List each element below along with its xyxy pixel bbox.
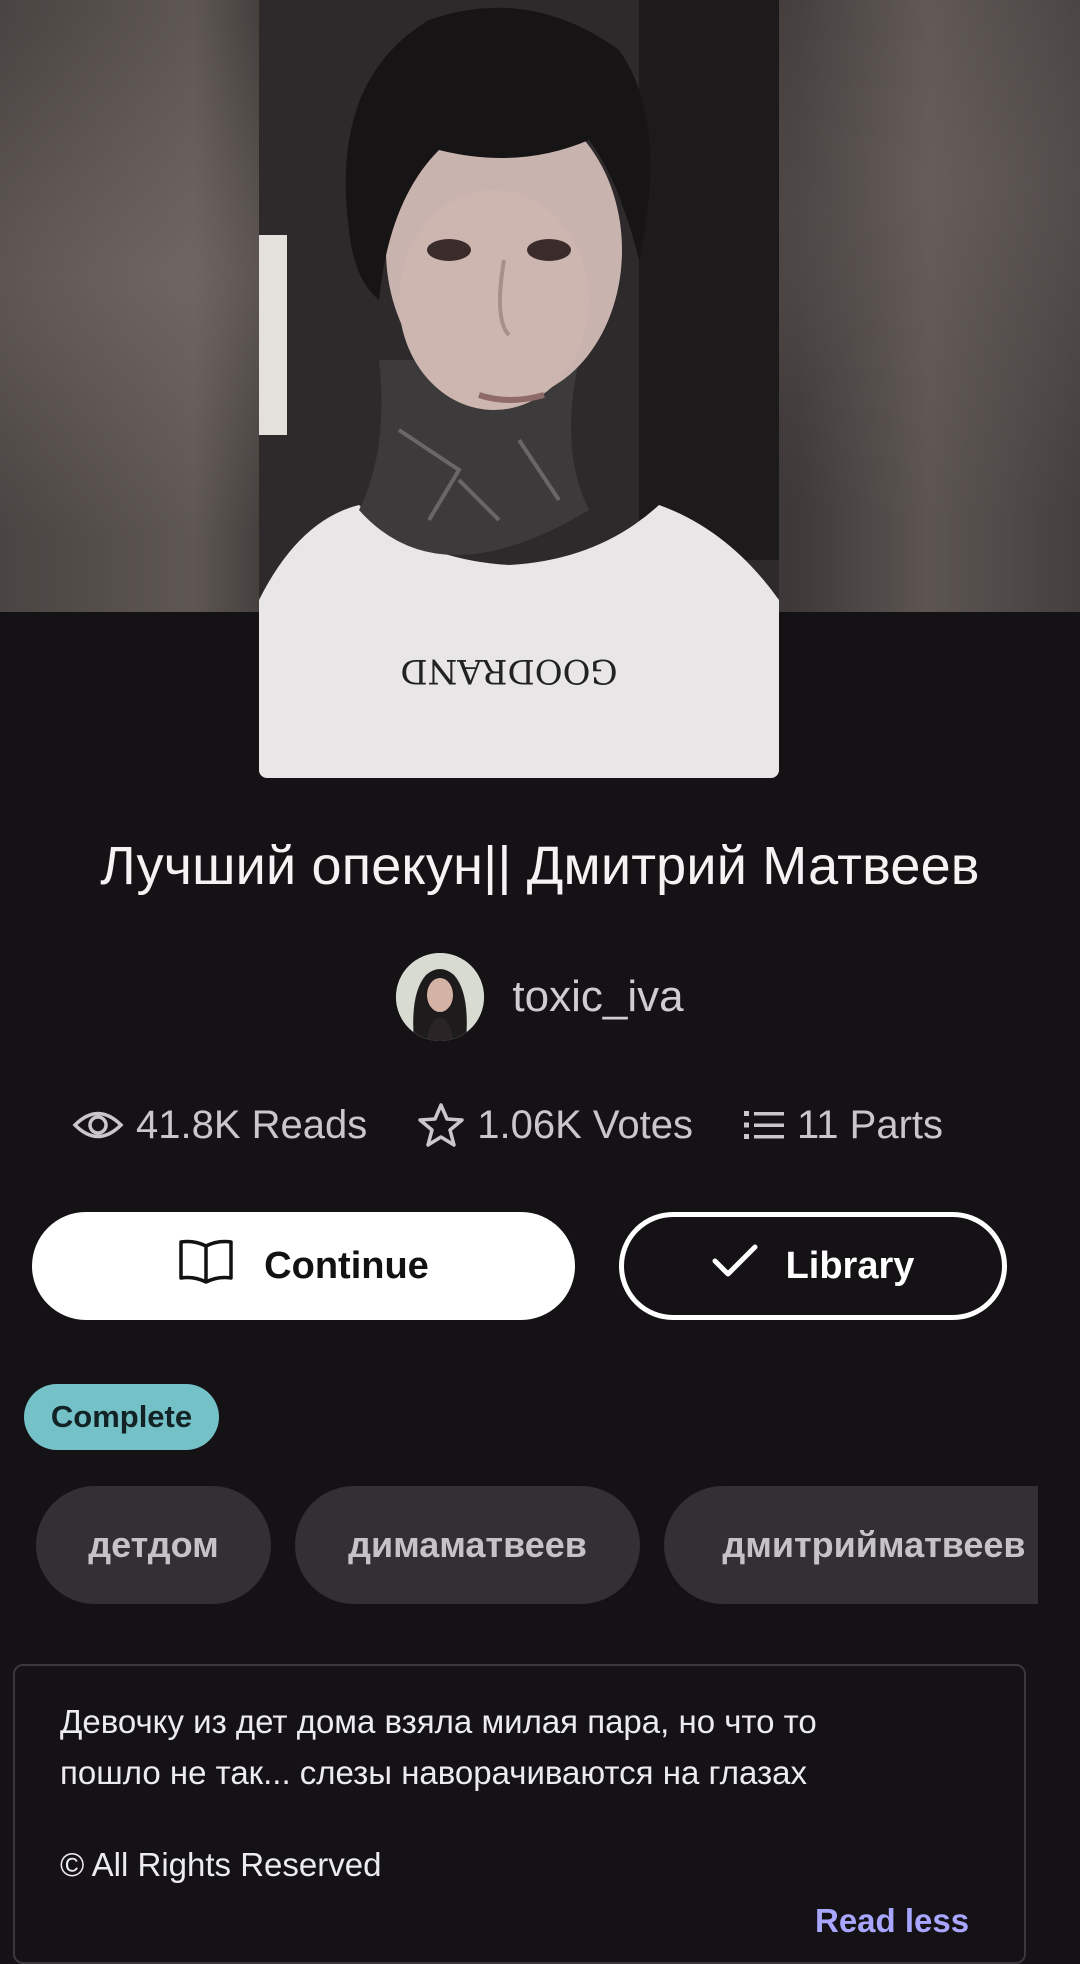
list-icon [743, 1108, 785, 1142]
read-less-link[interactable]: Read less [815, 1902, 969, 1940]
eye-icon [72, 1108, 124, 1142]
tag-list: детдом димаматвеев дмитрийматвеев [36, 1486, 1038, 1606]
copyright-notice: © All Rights Reserved [60, 1846, 382, 1883]
star-icon [417, 1102, 465, 1148]
book-icon [178, 1238, 234, 1294]
description-panel: Девочку из дет дома взяла милая пара, но… [13, 1664, 1026, 1964]
parts-stat: 11 Parts [743, 1103, 943, 1148]
description-line: пошло не так... слезы наворачиваются на … [60, 1754, 807, 1791]
status-badge: Complete [24, 1384, 219, 1450]
parts-count: 11 Parts [797, 1102, 944, 1147]
tag-chip[interactable]: димаматвеев [295, 1486, 640, 1604]
description-line: Девочку из дет дома взяла милая пара, но… [60, 1703, 817, 1740]
svg-text:GOODRAND: GOODRAND [400, 651, 617, 691]
reads-stat: 41.8K Reads [72, 1103, 367, 1148]
story-stats: 41.8K Reads 1.06K Votes 11 Parts [72, 1090, 993, 1160]
reads-count: 41.8K Reads [136, 1102, 368, 1147]
continue-reading-button[interactable]: Continue [32, 1212, 575, 1320]
story-title: Лучший опекун|| Дмитрий Матвеев [100, 836, 980, 896]
continue-label: Continue [264, 1244, 429, 1287]
author-row[interactable]: toxic_iva [0, 952, 1080, 1042]
author-name[interactable]: toxic_iva [512, 972, 683, 1022]
library-button[interactable]: Library [619, 1212, 1007, 1320]
check-icon [712, 1243, 758, 1289]
votes-stat: 1.06K Votes [417, 1102, 693, 1148]
story-cover-image[interactable]: GOODRAND [259, 0, 779, 778]
description-text: Девочку из дет дома взяла милая пара, но… [60, 1696, 980, 1798]
votes-count: 1.06K Votes [477, 1102, 694, 1147]
tag-chip[interactable]: детдом [36, 1486, 271, 1604]
tag-chip[interactable]: дмитрийматвеев [664, 1486, 1038, 1604]
library-label: Library [785, 1244, 915, 1287]
author-avatar[interactable] [396, 953, 485, 1041]
